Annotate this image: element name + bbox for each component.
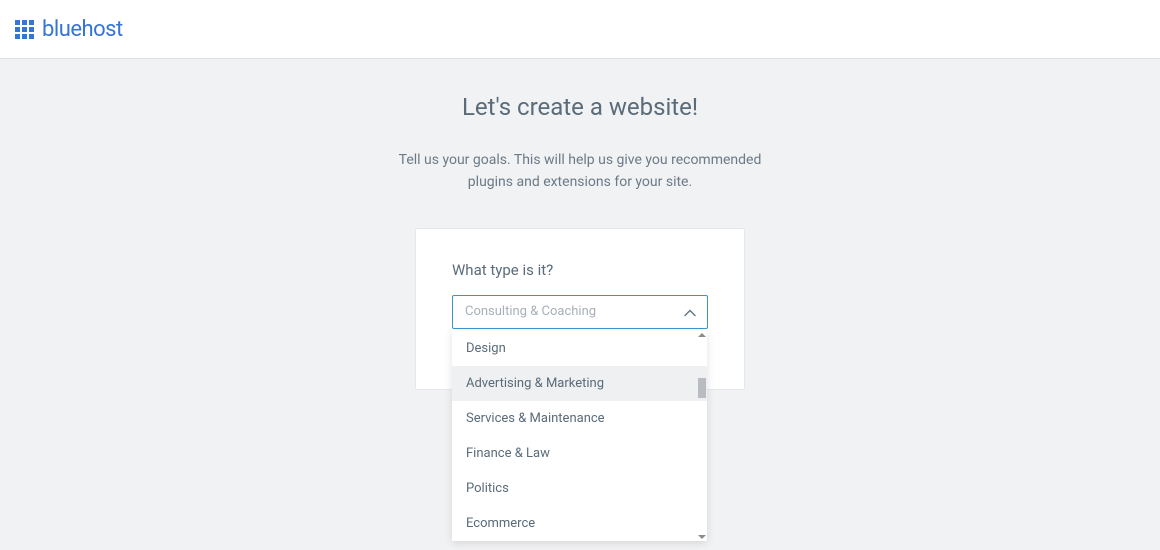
page-subtitle: Tell us your goals. This will help us gi… [380,149,780,194]
scroll-down-arrow-icon [698,535,706,539]
dropdown-option[interactable]: Finance & Law [452,436,707,471]
type-select-input[interactable] [452,295,708,329]
type-dropdown: Design Advertising & Marketing Services … [452,331,707,541]
type-select-wrap: Design Advertising & Marketing Services … [452,295,708,329]
type-field-label: What type is it? [452,261,708,279]
logo-grid-icon [15,20,34,39]
page-title: Let's create a website! [0,93,1160,121]
dropdown-scrollbar[interactable] [698,333,706,539]
dropdown-option[interactable]: Ecommerce [452,506,707,541]
dropdown-option[interactable]: Services & Maintenance [452,401,707,436]
onboarding-card: What type is it? Design Advertising & Ma… [415,228,745,390]
dropdown-option[interactable]: Design [452,331,707,366]
brand-name: bluehost [42,17,123,42]
scroll-up-arrow-icon [698,333,706,337]
main-content: Let's create a website! Tell us your goa… [0,59,1160,390]
dropdown-option[interactable]: Advertising & Marketing [452,366,707,401]
scroll-thumb[interactable] [698,378,706,398]
app-header: bluehost [0,0,1160,59]
dropdown-option[interactable]: Politics [452,471,707,506]
